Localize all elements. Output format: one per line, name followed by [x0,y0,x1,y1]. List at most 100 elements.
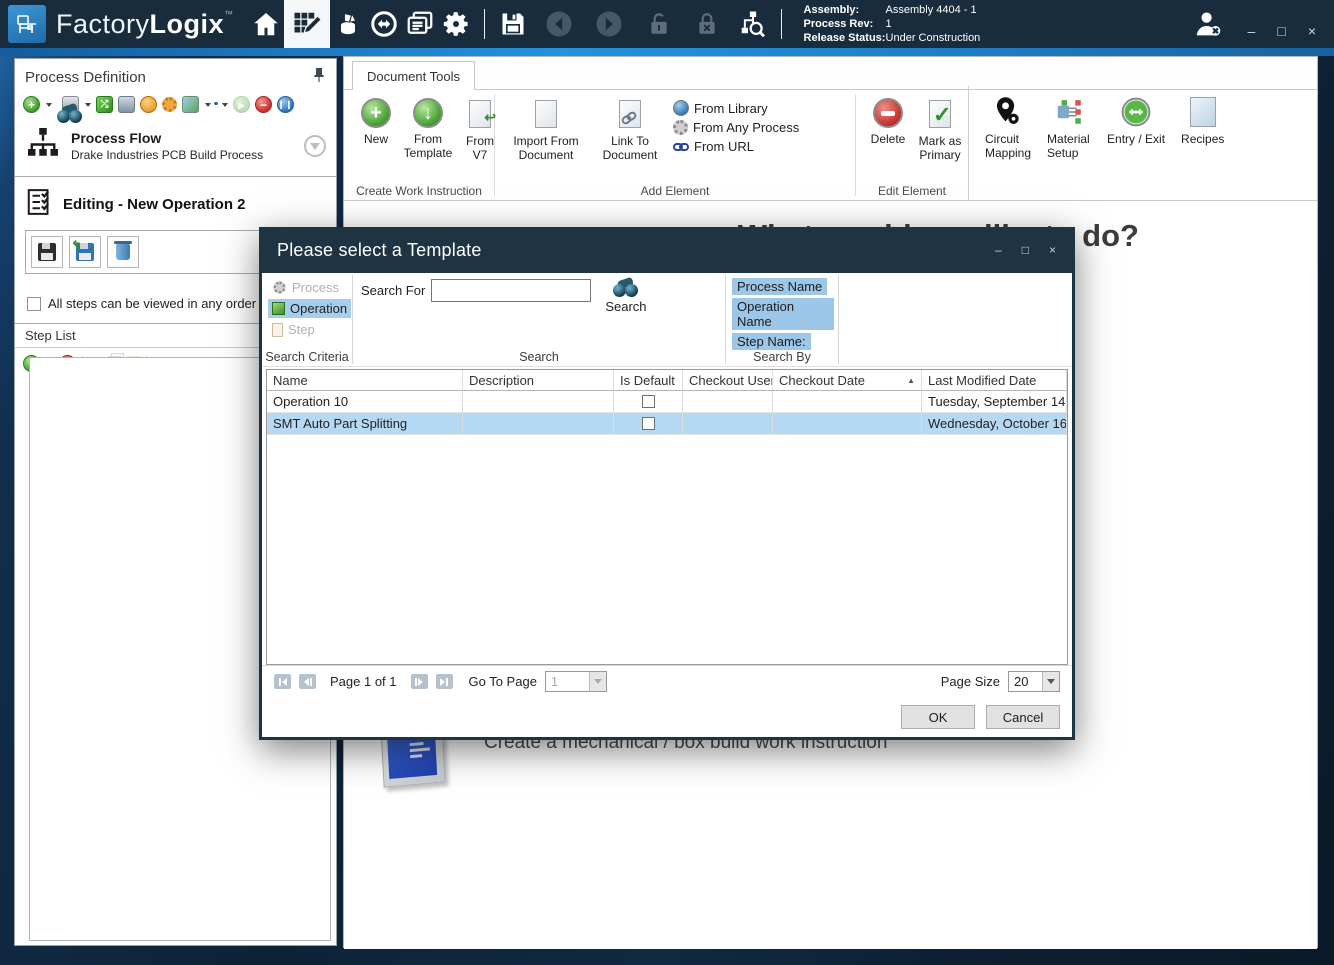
window-controls: – □ × [1248,23,1316,39]
last-page-button[interactable] [436,674,453,689]
delete-element-button[interactable]: Delete [866,98,910,146]
unlock-icon[interactable] [641,6,677,42]
ok-button[interactable]: OK [901,705,975,729]
cancel-button[interactable]: Cancel [986,705,1060,729]
entry-exit-button[interactable]: Entry / Exit [1107,96,1165,146]
presentation-icon[interactable] [118,96,135,113]
dialog-body: Process Operation Step Search Criteria S… [262,273,1072,737]
lock-x-icon[interactable] [689,6,725,42]
operation-cube-icon [272,302,285,315]
material-setup-button[interactable]: Material Setup [1047,96,1091,160]
search-by-step-name[interactable]: Step Name: [732,333,811,350]
deploy-icon[interactable] [182,96,199,113]
is-default-checkbox[interactable] [642,395,655,408]
gear-icon[interactable] [162,97,177,112]
home-icon[interactable] [248,6,284,42]
check-page-icon: ✓ [924,98,956,130]
new-button[interactable]: + New [354,98,398,146]
dialog-window-controls: – □ × [995,243,1056,257]
col-checkout-user[interactable]: Checkout User [683,370,773,391]
search-group: Search For Search Search [353,273,725,366]
minimize-button[interactable]: – [1248,23,1256,39]
release-status-value: Under Construction [886,31,981,45]
production-icon[interactable] [330,6,366,42]
criteria-operation[interactable]: Operation [268,299,351,318]
process-flow-title: Process Flow [71,130,304,146]
link-to-document-button[interactable]: Link To Document [595,98,665,162]
process-search-icon[interactable] [735,6,771,42]
settings-gear-icon[interactable] [438,6,474,42]
previous-page-button[interactable] [299,674,316,689]
caret-down-icon[interactable] [205,103,211,107]
from-library-button[interactable]: From Library [673,100,799,116]
close-button[interactable]: × [1308,23,1316,39]
pin-icon[interactable] [312,67,326,88]
maximize-button[interactable]: □ [1277,23,1285,39]
recipes-button[interactable]: Recipes [1181,96,1225,146]
import-from-document-button[interactable]: Import From Document [505,98,587,162]
user-logout-icon[interactable] [1190,6,1226,42]
stop-icon[interactable]: − [255,96,272,113]
resume-icon[interactable]: ▸ [233,96,250,113]
assembly-value: Assembly 4404 - 1 [886,3,977,17]
transfer-icon[interactable] [366,6,402,42]
binoculars-icon [613,279,639,299]
any-order-checkbox[interactable] [27,297,41,311]
reorganize-icon[interactable]: ⤮ [96,96,113,113]
from-template-button[interactable]: ↓ From Template [406,98,450,160]
search-input[interactable] [431,279,591,302]
template-table: Name Description Is Default Checkout Use… [266,369,1068,665]
page-size-select[interactable]: 20 [1008,671,1060,692]
caret-down-icon[interactable] [85,103,91,107]
expand-down-icon[interactable] [304,135,326,157]
circuit-mapping-button[interactable]: Circuit Mapping [985,96,1031,160]
back-icon[interactable] [541,6,577,42]
save-icon[interactable] [495,6,531,42]
from-any-process-button[interactable]: From Any Process [673,120,799,135]
process-flow-row[interactable]: Process Flow Drake Industries PCB Build … [15,121,336,177]
download-icon: ↓ [413,98,443,128]
panel-title: Process Definition [25,69,146,86]
caret-down-icon[interactable] [222,103,228,107]
process-definition-tab-icon[interactable] [284,0,330,48]
table-header-row: Name Description Is Default Checkout Use… [267,370,1067,391]
search-by-operation-name[interactable]: Operation Name [732,298,834,330]
search-by-label: Search By [726,350,838,364]
save-step-button[interactable] [31,236,63,268]
col-description[interactable]: Description [463,370,614,391]
discard-step-button[interactable] [107,236,139,268]
mark-as-primary-button[interactable]: ✓ Mark as Primary [918,98,962,162]
dialog-close-button[interactable]: × [1049,243,1056,257]
editing-title: Editing - New Operation 2 [63,196,246,213]
dialog-maximize-button[interactable]: □ [1022,243,1029,257]
col-last-modified-date[interactable]: Last Modified Date [922,370,1067,391]
dialog-minimize-button[interactable]: – [995,243,1002,257]
from-url-button[interactable]: From URL [673,139,799,154]
app-titlebar: FactoryLogix™ Assembly:Assembly 4404 - 1… [0,0,1334,48]
col-checkout-date[interactable]: Checkout Date▲ [773,370,922,391]
search-by-process-name[interactable]: Process Name [732,278,827,295]
search-button[interactable]: Search [605,279,646,314]
forward-icon[interactable] [591,6,627,42]
next-page-button[interactable] [411,674,428,689]
pause-icon[interactable]: ❙❙ [277,96,294,113]
import-step-button[interactable]: ↰ [69,236,101,268]
is-default-checkbox[interactable] [642,417,655,430]
col-is-default[interactable]: Is Default [614,370,683,391]
brand-light: Factory [56,9,150,39]
col-name[interactable]: Name [267,370,463,391]
first-page-button[interactable] [274,674,291,689]
goto-page-label: Go To Page [469,674,537,689]
caret-down-icon[interactable] [46,103,52,107]
tab-document-tools[interactable]: Document Tools [352,61,475,90]
alert-bell-icon[interactable] [140,96,157,113]
table-row[interactable]: SMT Auto Part Splitting Wednesday, Octob… [267,413,1067,435]
add-icon[interactable]: + [23,96,40,113]
criteria-process: Process [268,278,343,297]
dialog-title: Please select a Template [277,240,482,261]
page-indicator: Page 1 of 1 [330,674,397,689]
reports-icon[interactable] [402,6,438,42]
table-row[interactable]: Operation 10 Tuesday, September 14,... [267,391,1067,413]
brand-trademark: ™ [224,9,234,19]
brand-bold: Logix [150,9,225,39]
